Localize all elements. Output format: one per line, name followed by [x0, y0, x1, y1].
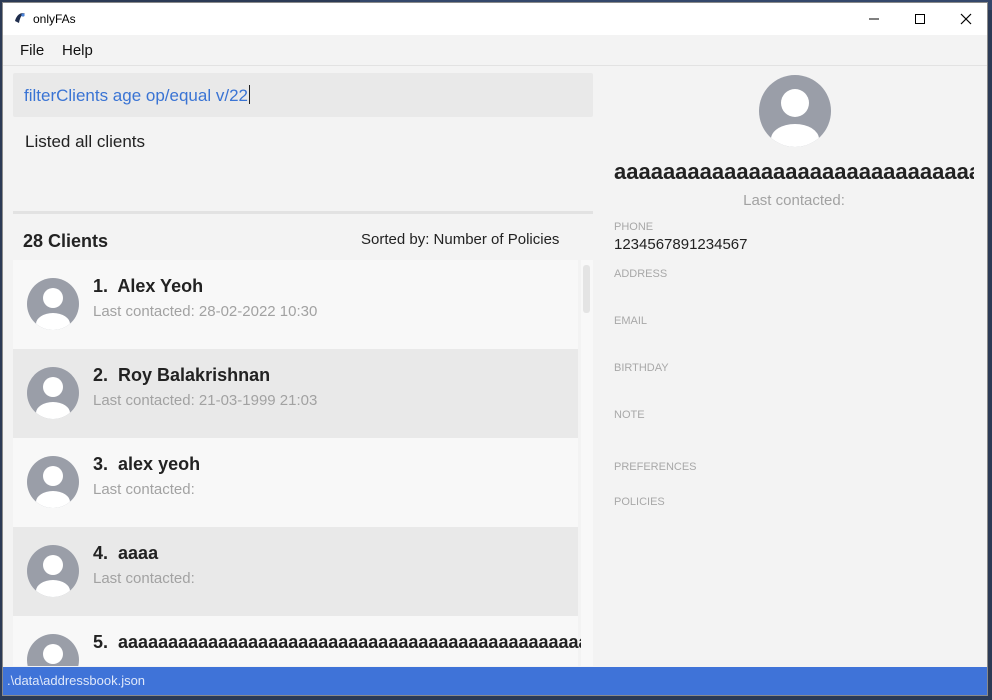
preferences-label: PREFERENCES: [614, 461, 697, 473]
maximize-icon: [915, 14, 925, 24]
address-label: ADDRESS: [614, 268, 668, 280]
client-name: 4. aaaa: [93, 543, 159, 563]
command-text[interactable]: filterClients age op/equal v/22: [24, 85, 250, 106]
avatar-icon: [27, 278, 79, 330]
command-input[interactable]: filterClients age op/equal v/22: [13, 73, 593, 117]
minimize-button[interactable]: [851, 3, 897, 35]
scrollbar-thumb[interactable]: [583, 265, 590, 313]
panel-divider: [13, 211, 593, 214]
client-name: 1. Alex Yeoh: [93, 276, 204, 296]
detail-last-contacted: Last contacted:: [743, 192, 845, 209]
client-name: 2. Roy Balakrishnan: [93, 365, 271, 385]
last-contacted: Last contacted: 21-03-1999 21:03: [93, 392, 318, 409]
birthday-label: BIRTHDAY: [614, 362, 669, 374]
menu-help[interactable]: Help: [62, 42, 93, 59]
close-icon: [960, 13, 972, 25]
command-value: filterClients age op/equal v/22: [24, 86, 248, 105]
avatar-icon: [27, 545, 79, 597]
window-title: onlyFAs: [33, 12, 76, 26]
avatar-icon: [27, 634, 79, 666]
menu-file[interactable]: File: [20, 42, 44, 59]
client-list[interactable]: 1. Alex Yeoh Last contacted: 28-02-2022 …: [13, 260, 593, 666]
last-contacted: Last contacted:: [93, 570, 195, 587]
title-bar: onlyFAs: [3, 3, 987, 35]
text-caret: [248, 85, 250, 104]
close-button[interactable]: [943, 3, 989, 35]
minimize-icon: [869, 18, 879, 20]
list-item[interactable]: 4. aaaa Last contacted:: [13, 527, 578, 616]
last-contacted: Last contacted: 28-02-2022 10:30: [93, 303, 318, 320]
list-item[interactable]: 2. Roy Balakrishnan Last contacted: 21-0…: [13, 349, 578, 438]
list-scrollbar[interactable]: [581, 260, 593, 666]
avatar-icon: [27, 367, 79, 419]
email-label: EMAIL: [614, 315, 648, 327]
list-item[interactable]: 1. Alex Yeoh Last contacted: 28-02-2022 …: [13, 260, 578, 349]
policies-label: POLICIES: [614, 496, 665, 508]
last-contacted: Last contacted:: [93, 481, 195, 498]
file-path: .\data\addressbook.json: [7, 673, 146, 688]
client-name: 3. alex yeoh: [93, 454, 201, 474]
maximize-button[interactable]: [897, 3, 943, 35]
detail-client-name: aaaaaaaaaaaaaaaaaaaaaaaaaaaaaaa...: [614, 159, 974, 184]
client-count: 28 Clients: [23, 231, 109, 251]
avatar-icon: [27, 456, 79, 508]
note-label: NOTE: [614, 409, 645, 421]
list-item[interactable]: 3. alex yeoh Last contacted:: [13, 438, 578, 527]
status-bar: .\data\addressbook.json: [3, 667, 987, 695]
phone-label: PHONE: [614, 221, 654, 233]
phone-value: 1234567891234567: [614, 236, 748, 253]
client-name: 5. aaaaaaaaaaaaaaaaaaaaaaaaaaaaaaaaaaaaa…: [93, 632, 593, 652]
list-item[interactable]: 5. aaaaaaaaaaaaaaaaaaaaaaaaaaaaaaaaaaaaa…: [13, 616, 593, 666]
sort-label: Sorted by: Number of Policies: [361, 231, 560, 248]
detail-avatar-icon: [759, 75, 831, 147]
app-window: onlyFAs File Help filterClients age op/e…: [2, 2, 988, 696]
result-display: Listed all clients: [25, 132, 146, 151]
app-logo-icon: [15, 13, 25, 23]
menu-bar: File Help: [3, 35, 987, 66]
